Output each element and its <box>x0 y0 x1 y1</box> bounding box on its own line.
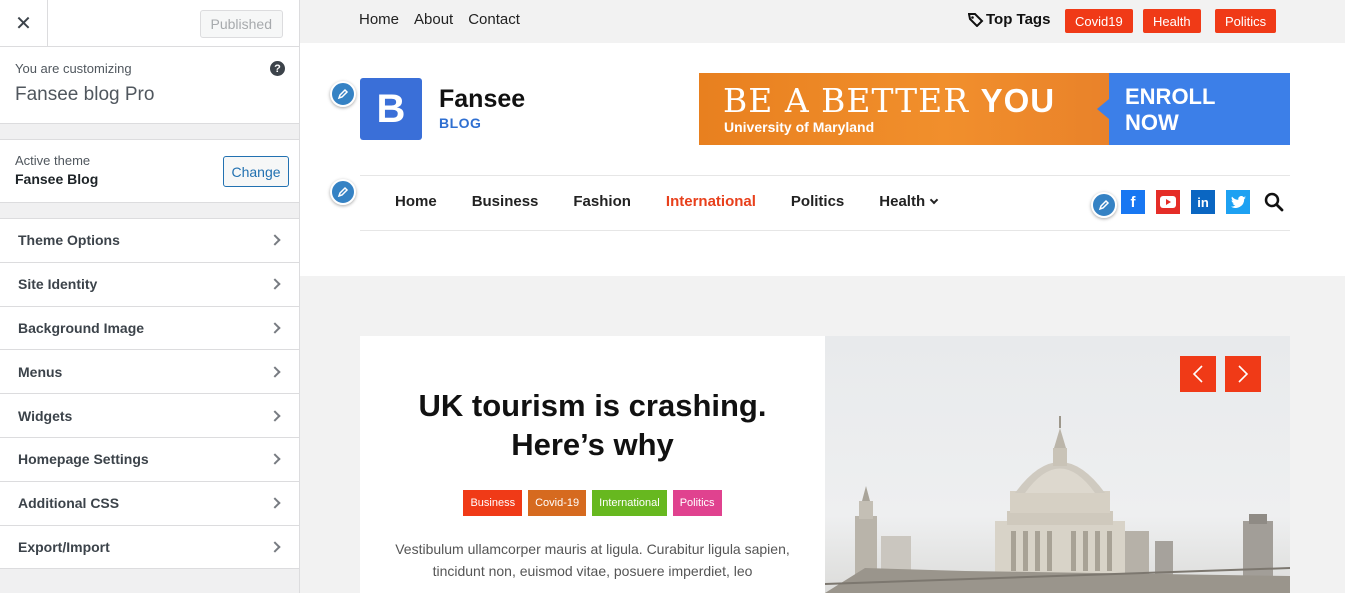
ad-banner[interactable]: BE A BETTER YOU University of Maryland E… <box>699 73 1290 145</box>
slider-next-button[interactable] <box>1225 356 1261 392</box>
help-icon[interactable]: ? <box>270 61 285 76</box>
site-tagline: BLOG <box>439 115 482 131</box>
change-theme-button[interactable]: Change <box>223 156 289 187</box>
slide-categories: Business Covid-19 International Politics <box>360 490 825 516</box>
section-label: Export/Import <box>18 538 110 555</box>
linkedin-icon[interactable]: in <box>1191 190 1215 214</box>
edit-logo-pencil-icon[interactable] <box>330 81 356 107</box>
nav-business[interactable]: Business <box>472 193 539 210</box>
tag-politics[interactable]: Politics <box>1215 9 1277 33</box>
close-icon[interactable]: ✕ <box>0 0 48 46</box>
top-nav: Home About Contact <box>359 11 520 28</box>
edit-menu-pencil-icon[interactable] <box>330 179 356 205</box>
customizer-sidebar: ✕ Published You are customizing Fansee b… <box>0 0 300 593</box>
banner-cta-line1: ENROLL <box>1125 84 1216 109</box>
section-label: Widgets <box>18 407 73 424</box>
cathedral-photo <box>825 416 1290 593</box>
banner-message: BE A BETTER YOU University of Maryland <box>699 73 1109 145</box>
site-name: Fansee blog Pro <box>15 84 155 105</box>
banner-headline-light: BE A BETTER <box>723 81 981 120</box>
category-international[interactable]: International <box>592 490 667 516</box>
section-export-import[interactable]: Export/Import <box>0 526 299 570</box>
chevron-right-icon <box>269 409 281 422</box>
customizer-header: ✕ Published <box>0 0 299 47</box>
section-label: Menus <box>18 363 63 380</box>
search-icon[interactable] <box>1264 192 1284 212</box>
banner-cta: ENROLL NOW <box>1097 73 1290 145</box>
banner-cta-line2: NOW <box>1125 110 1179 135</box>
section-label: Site Identity <box>18 276 98 293</box>
customizing-info: You are customizing Fansee blog Pro ? <box>0 47 299 124</box>
chevron-right-icon <box>269 234 281 247</box>
chevron-left-icon <box>1192 365 1203 383</box>
customizing-label: You are customizing <box>15 61 132 76</box>
chevron-right-icon <box>269 541 281 553</box>
category-politics[interactable]: Politics <box>672 490 722 516</box>
category-covid-19[interactable]: Covid-19 <box>528 490 587 516</box>
nav-home[interactable]: Home <box>395 193 437 210</box>
chevron-right-icon <box>269 278 281 290</box>
nav-health[interactable]: Health <box>879 193 939 210</box>
featured-slider: UK tourism is crashing. Here’s why Busin… <box>360 336 1290 593</box>
chevron-down-icon <box>929 195 939 205</box>
published-button[interactable]: Published <box>199 10 283 38</box>
nav-politics[interactable]: Politics <box>791 193 844 210</box>
tag-covid19[interactable]: Covid19 <box>1065 9 1133 33</box>
top-tags: Top Tags <box>968 11 1050 28</box>
slider-prev-button[interactable] <box>1180 356 1216 392</box>
top-nav-home[interactable]: Home <box>359 11 399 28</box>
facebook-icon[interactable]: f <box>1121 190 1145 214</box>
twitter-icon[interactable] <box>1226 190 1250 214</box>
section-label: Additional CSS <box>18 495 120 512</box>
site-header: B Fansee BLOG BE A BETTER YOU University… <box>300 43 1345 276</box>
section-additional-css[interactable]: Additional CSS <box>0 482 299 526</box>
slide-title[interactable]: UK tourism is crashing. Here’s why <box>390 386 795 464</box>
tag-health[interactable]: Health <box>1143 9 1201 33</box>
section-background-image[interactable]: Background Image <box>0 307 299 351</box>
main-nav: Home Business Fashion International Poli… <box>360 175 1290 231</box>
banner-headline-bold: YOU <box>980 82 1056 119</box>
top-nav-about[interactable]: About <box>414 11 453 28</box>
section-label: Background Image <box>18 319 145 336</box>
slide-content: UK tourism is crashing. Here’s why Busin… <box>360 336 825 593</box>
section-menus[interactable]: Menus <box>0 350 299 395</box>
site-logo[interactable]: B <box>360 78 422 140</box>
chevron-right-icon <box>1238 365 1249 383</box>
section-homepage-settings[interactable]: Homepage Settings <box>0 438 299 482</box>
site-preview: Home About Contact Top Tags Covid19 Heal… <box>300 0 1345 593</box>
site-title[interactable]: Fansee <box>439 85 525 114</box>
slide-image[interactable] <box>825 336 1290 593</box>
top-bar: Home About Contact Top Tags Covid19 Heal… <box>300 0 1345 43</box>
category-business[interactable]: Business <box>463 490 523 516</box>
banner-university: University of Maryland <box>724 119 875 135</box>
nav-health-label: Health <box>879 193 926 210</box>
chevron-right-icon <box>269 322 281 334</box>
chevron-right-icon <box>269 453 281 466</box>
youtube-icon[interactable] <box>1156 190 1180 214</box>
nav-international[interactable]: International <box>666 193 756 210</box>
section-site-identity[interactable]: Site Identity <box>0 263 299 307</box>
tag-icon <box>968 12 984 27</box>
section-label: Homepage Settings <box>18 451 149 468</box>
edit-social-pencil-icon[interactable] <box>1091 192 1117 218</box>
section-theme-options[interactable]: Theme Options <box>0 219 299 263</box>
chevron-right-icon <box>269 497 281 509</box>
customizer-sections: Theme Options Site Identity Background I… <box>0 218 299 570</box>
top-tags-label: Top Tags <box>986 11 1051 28</box>
top-nav-contact[interactable]: Contact <box>468 11 520 28</box>
chevron-right-icon <box>269 366 281 378</box>
slide-excerpt: Vestibulum ullamcorper mauris at ligula.… <box>395 541 790 579</box>
section-label: Theme Options <box>18 232 120 249</box>
section-widgets[interactable]: Widgets <box>0 394 299 438</box>
active-theme-panel: Active theme Fansee Blog Change <box>0 139 299 203</box>
nav-fashion[interactable]: Fashion <box>573 193 631 210</box>
